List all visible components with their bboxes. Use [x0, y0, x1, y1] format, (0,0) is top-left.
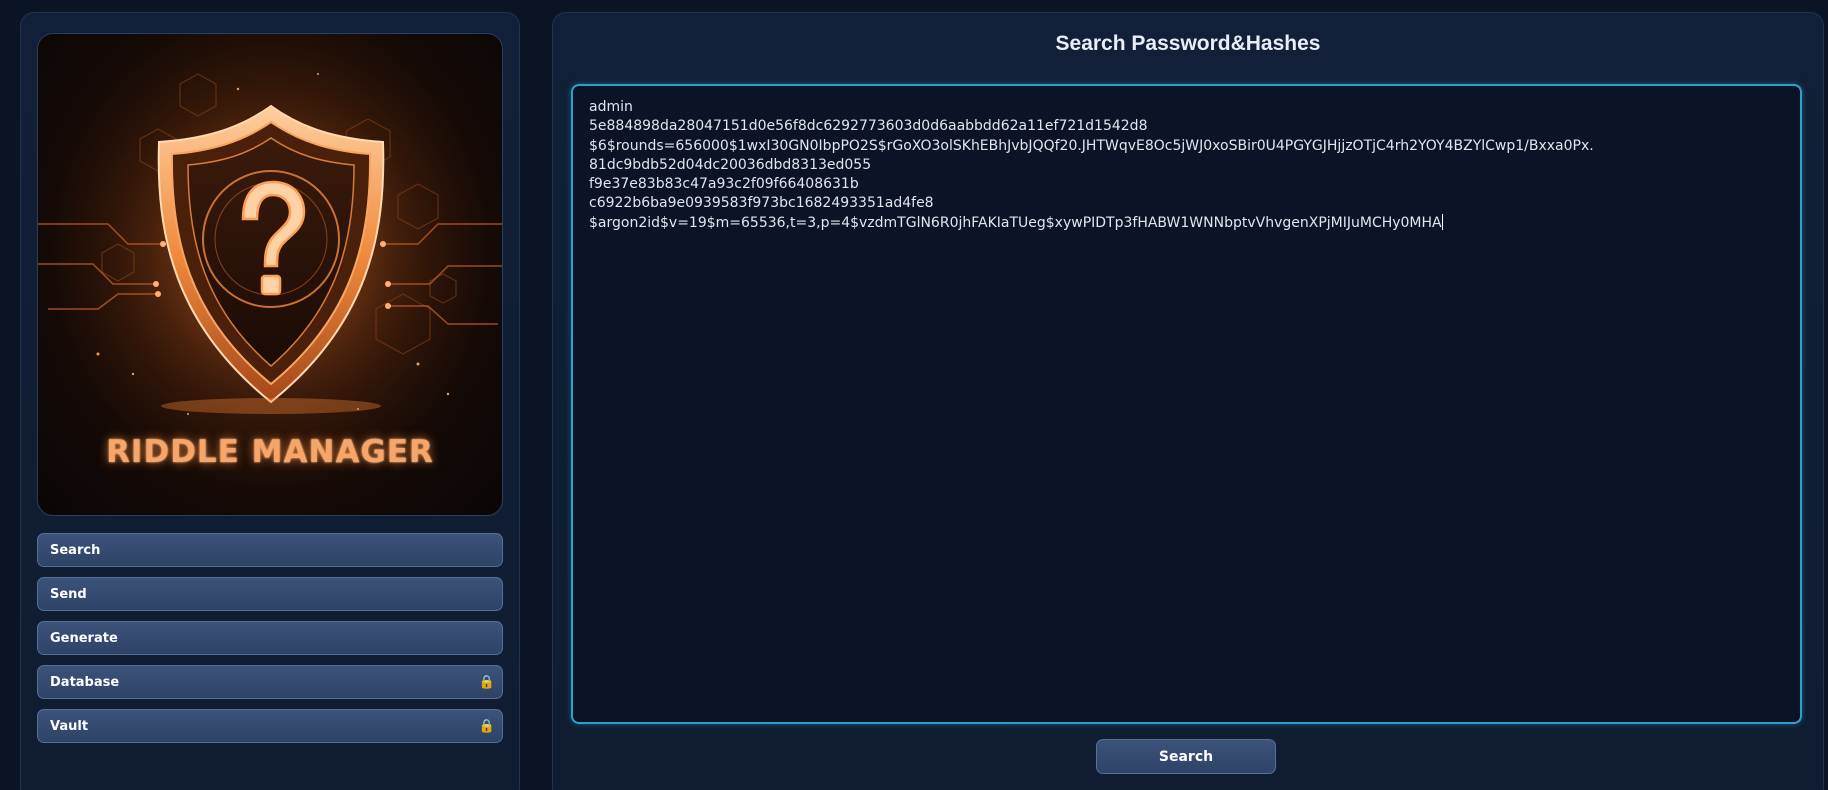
input-line: 5e884898da28047151d0e56f8dc6292773603d0d… — [589, 118, 1148, 135]
sidebar-item-label: Generate — [50, 630, 118, 646]
input-line: f9e37e83b83c47a93c2f09f66408631b — [589, 176, 859, 193]
logo-title: RIDDLE MANAGER — [106, 434, 434, 470]
sidebar-item-vault[interactable]: Vault 🔒 — [37, 709, 503, 743]
input-line: $6$rounds=656000$1wxI30GN0IbpPO2S$rGoXO3… — [589, 137, 1594, 154]
sidebar-item-database[interactable]: Database 🔒 — [37, 665, 503, 699]
sidebar: RIDDLE MANAGER Search Send Generate Data… — [20, 12, 520, 790]
input-line: admin — [589, 99, 633, 115]
search-button[interactable]: Search — [1096, 739, 1276, 774]
lock-icon: 🔒 — [478, 674, 496, 690]
sidebar-item-search[interactable]: Search — [37, 533, 503, 567]
sidebar-item-label: Search — [50, 542, 101, 558]
app-logo: RIDDLE MANAGER — [37, 33, 503, 516]
sidebar-item-label: Send — [50, 586, 87, 602]
input-line: c6922b6ba9e0939583f973bc1682493351ad4fe8 — [589, 195, 934, 212]
page-title: Search Password&Hashes — [1055, 32, 1321, 55]
main-panel: Search Password&Hashes admin 5e884898da28… — [552, 12, 1824, 790]
hash-input[interactable]: admin 5e884898da28047151d0e56f8dc62927736… — [571, 84, 1802, 724]
text-caret — [1441, 213, 1443, 230]
sidebar-item-generate[interactable]: Generate — [37, 621, 503, 655]
sidebar-item-send[interactable]: Send — [37, 577, 503, 611]
input-line: $argon2id$v=19$m=65536,t=3,p=4$vzdmTGlN6… — [589, 214, 1442, 231]
input-line: 81dc9bdb52d04dc20036dbd8313ed055 — [589, 156, 872, 173]
sidebar-item-label: Vault — [50, 718, 89, 734]
sidebar-item-label: Database — [50, 674, 120, 690]
lock-icon: 🔒 — [478, 718, 496, 734]
